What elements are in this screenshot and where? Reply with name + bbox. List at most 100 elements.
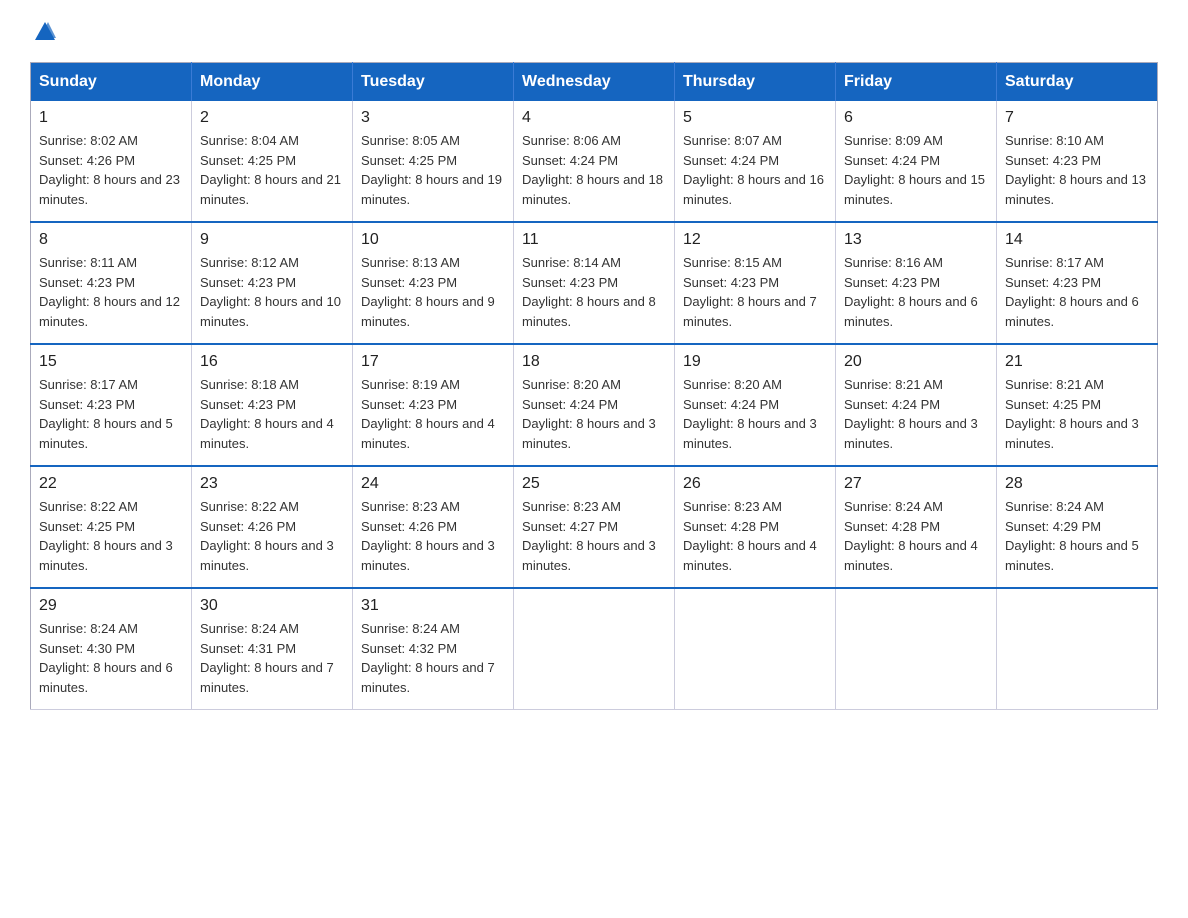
sunset-label: Sunset: 4:31 PM xyxy=(200,641,296,656)
sunrise-label: Sunrise: 8:22 AM xyxy=(200,499,299,514)
day-info: Sunrise: 8:23 AM Sunset: 4:26 PM Dayligh… xyxy=(361,497,505,575)
daylight-label: Daylight: 8 hours and 15 minutes. xyxy=(844,172,985,207)
sunset-label: Sunset: 4:23 PM xyxy=(522,275,618,290)
day-info: Sunrise: 8:19 AM Sunset: 4:23 PM Dayligh… xyxy=(361,375,505,453)
sunset-label: Sunset: 4:23 PM xyxy=(683,275,779,290)
calendar-day-cell: 31 Sunrise: 8:24 AM Sunset: 4:32 PM Dayl… xyxy=(353,588,514,710)
day-number: 14 xyxy=(1005,231,1149,249)
sunrise-label: Sunrise: 8:09 AM xyxy=(844,133,943,148)
day-info: Sunrise: 8:10 AM Sunset: 4:23 PM Dayligh… xyxy=(1005,131,1149,209)
calendar-week-row: 22 Sunrise: 8:22 AM Sunset: 4:25 PM Dayl… xyxy=(31,466,1158,588)
sunrise-label: Sunrise: 8:10 AM xyxy=(1005,133,1104,148)
day-number: 21 xyxy=(1005,353,1149,371)
calendar-day-cell: 5 Sunrise: 8:07 AM Sunset: 4:24 PM Dayli… xyxy=(675,101,836,222)
sunset-label: Sunset: 4:28 PM xyxy=(683,519,779,534)
day-number: 2 xyxy=(200,109,344,127)
sunset-label: Sunset: 4:32 PM xyxy=(361,641,457,656)
day-info: Sunrise: 8:23 AM Sunset: 4:28 PM Dayligh… xyxy=(683,497,827,575)
day-number: 15 xyxy=(39,353,183,371)
calendar-day-cell: 29 Sunrise: 8:24 AM Sunset: 4:30 PM Dayl… xyxy=(31,588,192,710)
day-of-week-header: Friday xyxy=(836,63,997,102)
sunset-label: Sunset: 4:23 PM xyxy=(361,275,457,290)
calendar-day-cell: 13 Sunrise: 8:16 AM Sunset: 4:23 PM Dayl… xyxy=(836,222,997,344)
sunset-label: Sunset: 4:25 PM xyxy=(200,153,296,168)
sunset-label: Sunset: 4:28 PM xyxy=(844,519,940,534)
sunset-label: Sunset: 4:25 PM xyxy=(361,153,457,168)
calendar-day-cell: 22 Sunrise: 8:22 AM Sunset: 4:25 PM Dayl… xyxy=(31,466,192,588)
sunset-label: Sunset: 4:23 PM xyxy=(844,275,940,290)
sunrise-label: Sunrise: 8:11 AM xyxy=(39,255,137,270)
day-info: Sunrise: 8:21 AM Sunset: 4:25 PM Dayligh… xyxy=(1005,375,1149,453)
calendar-day-cell: 1 Sunrise: 8:02 AM Sunset: 4:26 PM Dayli… xyxy=(31,101,192,222)
daylight-label: Daylight: 8 hours and 8 minutes. xyxy=(522,294,656,329)
daylight-label: Daylight: 8 hours and 6 minutes. xyxy=(39,660,173,695)
day-info: Sunrise: 8:02 AM Sunset: 4:26 PM Dayligh… xyxy=(39,131,183,209)
daylight-label: Daylight: 8 hours and 5 minutes. xyxy=(1005,538,1139,573)
day-number: 28 xyxy=(1005,475,1149,493)
daylight-label: Daylight: 8 hours and 4 minutes. xyxy=(200,416,334,451)
calendar-day-cell xyxy=(514,588,675,710)
day-info: Sunrise: 8:09 AM Sunset: 4:24 PM Dayligh… xyxy=(844,131,988,209)
sunrise-label: Sunrise: 8:06 AM xyxy=(522,133,621,148)
calendar-day-cell: 26 Sunrise: 8:23 AM Sunset: 4:28 PM Dayl… xyxy=(675,466,836,588)
calendar-day-cell: 24 Sunrise: 8:23 AM Sunset: 4:26 PM Dayl… xyxy=(353,466,514,588)
sunset-label: Sunset: 4:27 PM xyxy=(522,519,618,534)
sunrise-label: Sunrise: 8:24 AM xyxy=(39,621,138,636)
sunset-label: Sunset: 4:23 PM xyxy=(1005,275,1101,290)
day-number: 19 xyxy=(683,353,827,371)
day-info: Sunrise: 8:22 AM Sunset: 4:25 PM Dayligh… xyxy=(39,497,183,575)
sunset-label: Sunset: 4:23 PM xyxy=(39,397,135,412)
day-number: 16 xyxy=(200,353,344,371)
day-info: Sunrise: 8:12 AM Sunset: 4:23 PM Dayligh… xyxy=(200,253,344,331)
sunrise-label: Sunrise: 8:24 AM xyxy=(844,499,943,514)
sunrise-label: Sunrise: 8:21 AM xyxy=(1005,377,1104,392)
daylight-label: Daylight: 8 hours and 3 minutes. xyxy=(522,416,656,451)
day-number: 18 xyxy=(522,353,666,371)
sunrise-label: Sunrise: 8:14 AM xyxy=(522,255,621,270)
day-number: 23 xyxy=(200,475,344,493)
day-number: 5 xyxy=(683,109,827,127)
day-info: Sunrise: 8:13 AM Sunset: 4:23 PM Dayligh… xyxy=(361,253,505,331)
sunrise-label: Sunrise: 8:21 AM xyxy=(844,377,943,392)
sunrise-label: Sunrise: 8:24 AM xyxy=(361,621,460,636)
day-number: 4 xyxy=(522,109,666,127)
day-number: 27 xyxy=(844,475,988,493)
day-of-week-header: Tuesday xyxy=(353,63,514,102)
daylight-label: Daylight: 8 hours and 7 minutes. xyxy=(361,660,495,695)
daylight-label: Daylight: 8 hours and 16 minutes. xyxy=(683,172,824,207)
sunset-label: Sunset: 4:24 PM xyxy=(683,153,779,168)
day-of-week-header: Wednesday xyxy=(514,63,675,102)
daylight-label: Daylight: 8 hours and 9 minutes. xyxy=(361,294,495,329)
daylight-label: Daylight: 8 hours and 13 minutes. xyxy=(1005,172,1146,207)
sunset-label: Sunset: 4:23 PM xyxy=(200,275,296,290)
day-info: Sunrise: 8:20 AM Sunset: 4:24 PM Dayligh… xyxy=(522,375,666,453)
day-number: 25 xyxy=(522,475,666,493)
calendar-day-cell: 8 Sunrise: 8:11 AM Sunset: 4:23 PM Dayli… xyxy=(31,222,192,344)
day-number: 26 xyxy=(683,475,827,493)
daylight-label: Daylight: 8 hours and 3 minutes. xyxy=(200,538,334,573)
calendar-day-cell: 3 Sunrise: 8:05 AM Sunset: 4:25 PM Dayli… xyxy=(353,101,514,222)
daylight-label: Daylight: 8 hours and 5 minutes. xyxy=(39,416,173,451)
day-number: 29 xyxy=(39,597,183,615)
day-of-week-header: Sunday xyxy=(31,63,192,102)
calendar-day-cell: 28 Sunrise: 8:24 AM Sunset: 4:29 PM Dayl… xyxy=(997,466,1158,588)
day-info: Sunrise: 8:24 AM Sunset: 4:32 PM Dayligh… xyxy=(361,619,505,697)
calendar-day-cell: 15 Sunrise: 8:17 AM Sunset: 4:23 PM Dayl… xyxy=(31,344,192,466)
sunset-label: Sunset: 4:25 PM xyxy=(1005,397,1101,412)
calendar-day-cell: 7 Sunrise: 8:10 AM Sunset: 4:23 PM Dayli… xyxy=(997,101,1158,222)
day-number: 22 xyxy=(39,475,183,493)
daylight-label: Daylight: 8 hours and 4 minutes. xyxy=(844,538,978,573)
day-number: 10 xyxy=(361,231,505,249)
day-info: Sunrise: 8:24 AM Sunset: 4:28 PM Dayligh… xyxy=(844,497,988,575)
calendar-day-cell: 19 Sunrise: 8:20 AM Sunset: 4:24 PM Dayl… xyxy=(675,344,836,466)
sunrise-label: Sunrise: 8:05 AM xyxy=(361,133,460,148)
day-info: Sunrise: 8:24 AM Sunset: 4:31 PM Dayligh… xyxy=(200,619,344,697)
day-info: Sunrise: 8:14 AM Sunset: 4:23 PM Dayligh… xyxy=(522,253,666,331)
calendar-week-row: 1 Sunrise: 8:02 AM Sunset: 4:26 PM Dayli… xyxy=(31,101,1158,222)
sunset-label: Sunset: 4:23 PM xyxy=(200,397,296,412)
daylight-label: Daylight: 8 hours and 6 minutes. xyxy=(844,294,978,329)
day-of-week-header: Thursday xyxy=(675,63,836,102)
sunrise-label: Sunrise: 8:20 AM xyxy=(522,377,621,392)
calendar-day-cell xyxy=(675,588,836,710)
sunset-label: Sunset: 4:30 PM xyxy=(39,641,135,656)
